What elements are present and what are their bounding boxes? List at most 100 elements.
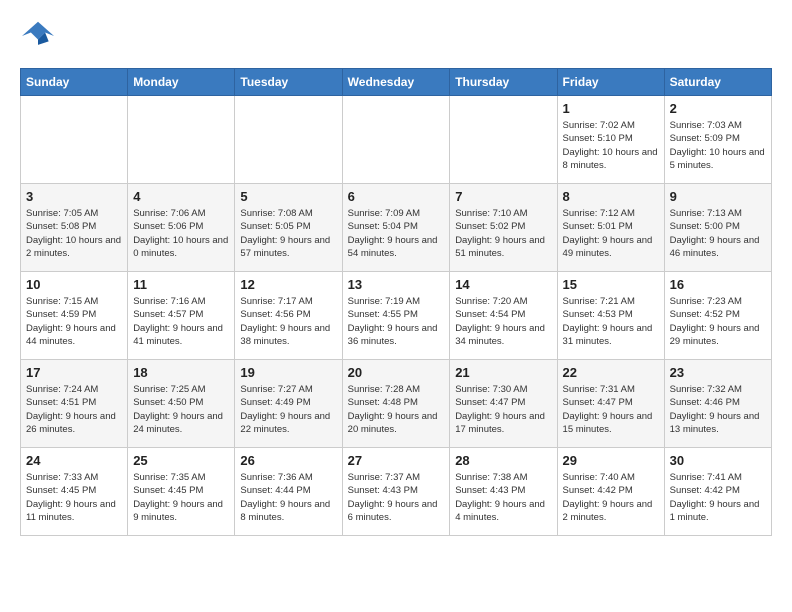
day-number: 30 <box>670 453 766 468</box>
day-info: Sunrise: 7:13 AM Sunset: 5:00 PM Dayligh… <box>670 207 766 260</box>
day-number: 21 <box>455 365 551 380</box>
calendar-week-1: 1 Sunrise: 7:02 AM Sunset: 5:10 PM Daylig… <box>21 96 772 184</box>
calendar-cell: 8Sunrise: 7:12 AM Sunset: 5:01 PM Daylig… <box>557 184 664 272</box>
day-number: 23 <box>670 365 766 380</box>
calendar-week-5: 24 Sunrise: 7:33 AM Sunset: 4:45 PM Dayli… <box>21 448 772 536</box>
calendar-cell: 14 Sunrise: 7:20 AM Sunset: 4:54 PM Dayli… <box>450 272 557 360</box>
day-info: Sunrise: 7:05 AM Sunset: 5:08 PM Dayligh… <box>26 207 122 260</box>
day-number: 19 <box>240 365 336 380</box>
calendar-cell: 10 Sunrise: 7:15 AM Sunset: 4:59 PM Dayli… <box>21 272 128 360</box>
calendar-cell: 2 Sunrise: 7:03 AM Sunset: 5:09 PM Daylig… <box>664 96 771 184</box>
day-info: Sunrise: 7:37 AM Sunset: 4:43 PM Dayligh… <box>348 471 445 524</box>
day-info: Sunrise: 7:06 AM Sunset: 5:06 PM Dayligh… <box>133 207 229 260</box>
day-number: 1 <box>563 101 659 116</box>
calendar-cell: 20 Sunrise: 7:28 AM Sunset: 4:48 PM Dayli… <box>342 360 450 448</box>
calendar-cell: 19 Sunrise: 7:27 AM Sunset: 4:49 PM Dayli… <box>235 360 342 448</box>
day-info: Sunrise: 7:09 AM Sunset: 5:04 PM Dayligh… <box>348 207 445 260</box>
day-info: Sunrise: 7:23 AM Sunset: 4:52 PM Dayligh… <box>670 295 766 348</box>
calendar-cell <box>128 96 235 184</box>
calendar-cell: 24 Sunrise: 7:33 AM Sunset: 4:45 PM Dayli… <box>21 448 128 536</box>
day-info: Sunrise: 7:08 AM Sunset: 5:05 PM Dayligh… <box>240 207 336 260</box>
day-info: Sunrise: 7:15 AM Sunset: 4:59 PM Dayligh… <box>26 295 122 348</box>
calendar-cell: 21 Sunrise: 7:30 AM Sunset: 4:47 PM Dayli… <box>450 360 557 448</box>
day-info: Sunrise: 7:28 AM Sunset: 4:48 PM Dayligh… <box>348 383 445 436</box>
day-info: Sunrise: 7:40 AM Sunset: 4:42 PM Dayligh… <box>563 471 659 524</box>
calendar-cell: 12 Sunrise: 7:17 AM Sunset: 4:56 PM Dayli… <box>235 272 342 360</box>
calendar-cell: 17Sunrise: 7:24 AM Sunset: 4:51 PM Dayli… <box>21 360 128 448</box>
calendar-cell <box>342 96 450 184</box>
day-info: Sunrise: 7:25 AM Sunset: 4:50 PM Dayligh… <box>133 383 229 436</box>
day-info: Sunrise: 7:38 AM Sunset: 4:43 PM Dayligh… <box>455 471 551 524</box>
calendar-cell: 26Sunrise: 7:36 AM Sunset: 4:44 PM Dayli… <box>235 448 342 536</box>
calendar-header: SundayMondayTuesdayWednesdayThursdayFrid… <box>21 69 772 96</box>
day-info: Sunrise: 7:02 AM Sunset: 5:10 PM Dayligh… <box>563 119 659 172</box>
weekday-header-monday: Monday <box>128 69 235 96</box>
calendar-cell: 16 Sunrise: 7:23 AM Sunset: 4:52 PM Dayli… <box>664 272 771 360</box>
day-number: 16 <box>670 277 766 292</box>
calendar-cell <box>450 96 557 184</box>
calendar-cell: 3 Sunrise: 7:05 AM Sunset: 5:08 PM Daylig… <box>21 184 128 272</box>
day-number: 28 <box>455 453 551 468</box>
day-info: Sunrise: 7:17 AM Sunset: 4:56 PM Dayligh… <box>240 295 336 348</box>
day-number: 5 <box>240 189 336 204</box>
day-number: 25 <box>133 453 229 468</box>
weekday-header-thursday: Thursday <box>450 69 557 96</box>
calendar-week-3: 10 Sunrise: 7:15 AM Sunset: 4:59 PM Dayli… <box>21 272 772 360</box>
calendar-cell: 6 Sunrise: 7:09 AM Sunset: 5:04 PM Daylig… <box>342 184 450 272</box>
day-info: Sunrise: 7:20 AM Sunset: 4:54 PM Dayligh… <box>455 295 551 348</box>
weekday-header-wednesday: Wednesday <box>342 69 450 96</box>
day-number: 2 <box>670 101 766 116</box>
day-info: Sunrise: 7:30 AM Sunset: 4:47 PM Dayligh… <box>455 383 551 436</box>
day-number: 6 <box>348 189 445 204</box>
day-number: 13 <box>348 277 445 292</box>
calendar-cell: 30Sunrise: 7:41 AM Sunset: 4:42 PM Dayli… <box>664 448 771 536</box>
calendar-cell: 5 Sunrise: 7:08 AM Sunset: 5:05 PM Daylig… <box>235 184 342 272</box>
day-number: 8 <box>563 189 659 204</box>
page-header <box>20 20 772 52</box>
calendar-cell: 13Sunrise: 7:19 AM Sunset: 4:55 PM Dayli… <box>342 272 450 360</box>
calendar-cell: 9 Sunrise: 7:13 AM Sunset: 5:00 PM Daylig… <box>664 184 771 272</box>
day-info: Sunrise: 7:33 AM Sunset: 4:45 PM Dayligh… <box>26 471 122 524</box>
weekday-header-saturday: Saturday <box>664 69 771 96</box>
calendar-cell: 4Sunrise: 7:06 AM Sunset: 5:06 PM Daylig… <box>128 184 235 272</box>
calendar-week-4: 17Sunrise: 7:24 AM Sunset: 4:51 PM Dayli… <box>21 360 772 448</box>
day-number: 12 <box>240 277 336 292</box>
day-number: 20 <box>348 365 445 380</box>
day-info: Sunrise: 7:03 AM Sunset: 5:09 PM Dayligh… <box>670 119 766 172</box>
calendar-cell: 22 Sunrise: 7:31 AM Sunset: 4:47 PM Dayli… <box>557 360 664 448</box>
day-info: Sunrise: 7:35 AM Sunset: 4:45 PM Dayligh… <box>133 471 229 524</box>
calendar-cell: 29 Sunrise: 7:40 AM Sunset: 4:42 PM Dayli… <box>557 448 664 536</box>
day-number: 3 <box>26 189 122 204</box>
day-info: Sunrise: 7:10 AM Sunset: 5:02 PM Dayligh… <box>455 207 551 260</box>
calendar-cell: 15Sunrise: 7:21 AM Sunset: 4:53 PM Dayli… <box>557 272 664 360</box>
weekday-header-tuesday: Tuesday <box>235 69 342 96</box>
weekday-header-sunday: Sunday <box>21 69 128 96</box>
day-number: 29 <box>563 453 659 468</box>
day-number: 24 <box>26 453 122 468</box>
day-number: 11 <box>133 277 229 292</box>
day-number: 14 <box>455 277 551 292</box>
day-info: Sunrise: 7:21 AM Sunset: 4:53 PM Dayligh… <box>563 295 659 348</box>
day-info: Sunrise: 7:24 AM Sunset: 4:51 PM Dayligh… <box>26 383 122 436</box>
day-number: 10 <box>26 277 122 292</box>
calendar-cell: 1 Sunrise: 7:02 AM Sunset: 5:10 PM Daylig… <box>557 96 664 184</box>
calendar-cell: 28 Sunrise: 7:38 AM Sunset: 4:43 PM Dayli… <box>450 448 557 536</box>
calendar-cell: 7 Sunrise: 7:10 AM Sunset: 5:02 PM Daylig… <box>450 184 557 272</box>
day-number: 27 <box>348 453 445 468</box>
calendar-cell: 23 Sunrise: 7:32 AM Sunset: 4:46 PM Dayli… <box>664 360 771 448</box>
calendar-cell: 25 Sunrise: 7:35 AM Sunset: 4:45 PM Dayli… <box>128 448 235 536</box>
logo <box>20 20 60 52</box>
day-info: Sunrise: 7:36 AM Sunset: 4:44 PM Dayligh… <box>240 471 336 524</box>
weekday-header-friday: Friday <box>557 69 664 96</box>
calendar-cell: 18 Sunrise: 7:25 AM Sunset: 4:50 PM Dayli… <box>128 360 235 448</box>
day-info: Sunrise: 7:32 AM Sunset: 4:46 PM Dayligh… <box>670 383 766 436</box>
day-number: 18 <box>133 365 229 380</box>
calendar-week-2: 3 Sunrise: 7:05 AM Sunset: 5:08 PM Daylig… <box>21 184 772 272</box>
day-number: 7 <box>455 189 551 204</box>
day-number: 9 <box>670 189 766 204</box>
calendar-cell: 27 Sunrise: 7:37 AM Sunset: 4:43 PM Dayli… <box>342 448 450 536</box>
day-info: Sunrise: 7:16 AM Sunset: 4:57 PM Dayligh… <box>133 295 229 348</box>
day-info: Sunrise: 7:27 AM Sunset: 4:49 PM Dayligh… <box>240 383 336 436</box>
day-number: 22 <box>563 365 659 380</box>
day-info: Sunrise: 7:31 AM Sunset: 4:47 PM Dayligh… <box>563 383 659 436</box>
